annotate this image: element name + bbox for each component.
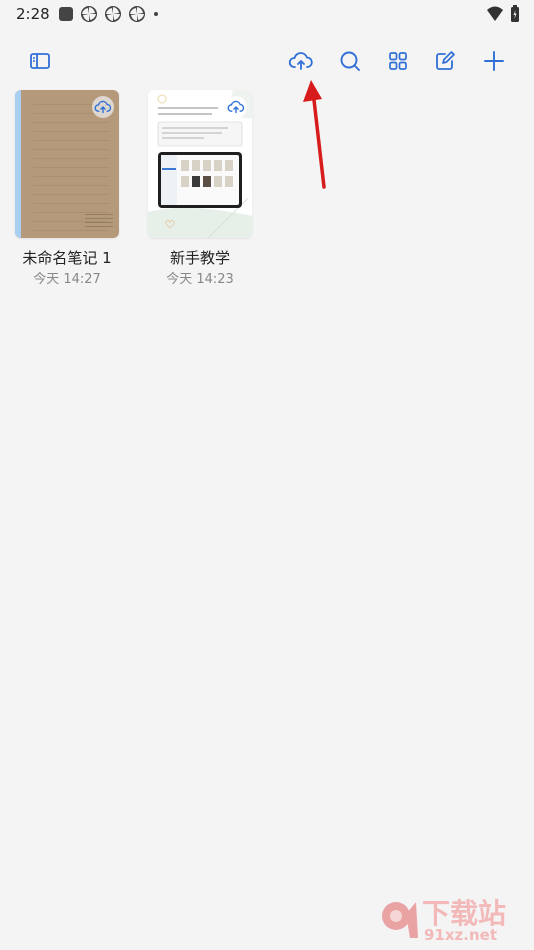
watermark-logo-icon bbox=[382, 902, 418, 938]
cloud-upload-badge bbox=[225, 96, 247, 118]
note-title: 新手教学 bbox=[169, 249, 230, 267]
pinwheel-icon bbox=[129, 6, 145, 22]
note-card-untitled[interactable] bbox=[15, 90, 119, 238]
more-notifications-dot-icon bbox=[154, 12, 158, 16]
site-watermark: 下载站 91xz.net bbox=[378, 894, 528, 946]
cloud-upload-badge bbox=[92, 96, 114, 118]
search-icon bbox=[340, 51, 360, 71]
edit-icon bbox=[436, 51, 455, 70]
notification-icons bbox=[58, 5, 160, 23]
sidebar-toggle-button[interactable] bbox=[27, 48, 53, 74]
wifi-icon bbox=[487, 6, 503, 21]
system-icons bbox=[486, 5, 520, 23]
sidebar-toggle-icon bbox=[30, 53, 50, 69]
note-time: 今天 14:23 bbox=[166, 272, 234, 287]
cloud-upload-icon bbox=[94, 100, 112, 114]
add-button[interactable] bbox=[481, 48, 507, 74]
note-time: 今天 14:27 bbox=[33, 272, 101, 287]
app-notification-icon bbox=[59, 7, 73, 21]
search-button[interactable] bbox=[337, 48, 363, 74]
annotation-arrow bbox=[303, 80, 326, 189]
watermark-url: 91xz.net bbox=[424, 926, 498, 944]
cover-label-lines bbox=[85, 214, 113, 228]
status-time: 2:28 bbox=[16, 5, 50, 23]
pinwheel-icon bbox=[105, 6, 121, 22]
note-card-tutorial[interactable] bbox=[148, 90, 252, 238]
cloud-sync-button[interactable] bbox=[288, 48, 314, 74]
new-note-button[interactable] bbox=[432, 48, 458, 74]
notebook-spine bbox=[15, 90, 21, 238]
grid-view-icon bbox=[389, 52, 407, 70]
add-icon bbox=[484, 51, 504, 71]
battery-icon bbox=[511, 5, 519, 22]
note-title: 未命名笔记 1 bbox=[22, 249, 112, 267]
cloud-sync-icon bbox=[288, 52, 313, 70]
pinwheel-icon bbox=[81, 6, 97, 22]
grid-view-button[interactable] bbox=[385, 48, 411, 74]
status-bar: 2:28 bbox=[0, 0, 534, 30]
cloud-upload-icon bbox=[227, 100, 245, 114]
